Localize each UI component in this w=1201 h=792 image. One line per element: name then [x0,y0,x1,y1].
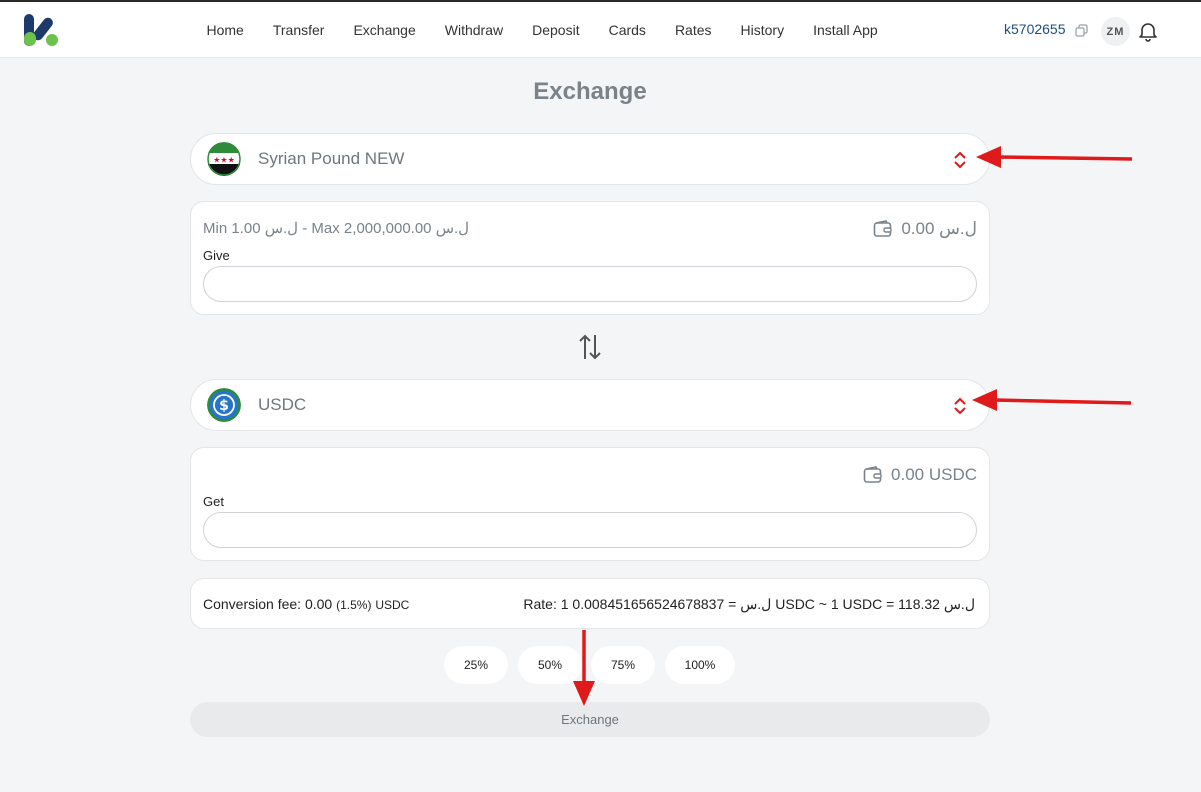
conversion-fee: Conversion fee: 0.00 (1.5%) USDC [203,596,409,612]
swap-arrows-icon[interactable] [577,333,603,361]
copy-icon[interactable] [1075,24,1088,37]
svg-text:★★★: ★★★ [213,156,235,165]
nav-exchange[interactable]: Exchange [339,22,430,38]
nav-home[interactable]: Home [192,22,258,38]
annotation-arrow-from [976,146,1133,168]
main-nav: Home Transfer Exchange Withdraw Deposit … [192,2,892,58]
nav-deposit[interactable]: Deposit [518,22,594,38]
avatar[interactable]: ZM [1101,17,1130,46]
give-panel: Min 1.00 ل.س - Max 2,000,000.00 ل.س ل.س … [190,201,990,315]
percent-25-button[interactable]: 25% [444,646,508,684]
nav-withdraw[interactable]: Withdraw [430,22,517,38]
svg-text:$: $ [219,398,229,414]
get-amount-input[interactable] [203,512,977,548]
percent-100-button[interactable]: 100% [665,646,735,684]
get-balance-value: 0.00 USDC [891,465,977,484]
top-navbar: Home Transfer Exchange Withdraw Deposit … [0,2,1201,58]
exchange-submit-button[interactable]: Exchange [190,702,990,737]
get-balance: 0.00 USDC [863,465,977,485]
to-currency-select[interactable]: $ USDC [190,379,990,431]
from-currency-name: Syrian Pound NEW [258,149,405,168]
get-panel: 0.00 USDC Get [190,447,990,561]
give-label: Give [203,248,230,263]
wallet-icon [863,466,882,483]
brand-logo[interactable] [22,12,60,48]
nav-transfer[interactable]: Transfer [258,22,339,38]
give-balance-value: ل.س 0.00 [901,219,977,238]
conversion-info: Conversion fee: 0.00 (1.5%) USDC Rate: 1… [190,578,990,629]
give-limits: Min 1.00 ل.س - Max 2,000,000.00 ل.س [203,220,470,237]
page-title: Exchange [533,78,647,105]
avatar-initials: ZM [1106,25,1125,38]
account-id: k5702655 [1004,21,1066,37]
nav-rates[interactable]: Rates [660,22,726,38]
give-balance: ل.س 0.00 [873,219,977,239]
chevron-updown-icon [954,151,966,169]
percent-50-button[interactable]: 50% [518,646,582,684]
fee-percent: (1.5%) [336,598,372,612]
exchange-rate: Rate: 1 ل.س = 0.008451656524678837 USDC … [523,596,975,612]
nav-history[interactable]: History [726,22,799,38]
fee-label: Conversion fee: [203,596,302,612]
usdc-icon: $ [207,388,241,422]
annotation-arrow-to [972,389,1132,411]
to-currency-name: USDC [258,395,307,414]
fee-currency: USDC [375,598,410,612]
nav-cards[interactable]: Cards [594,22,660,38]
chevron-updown-icon [954,397,966,415]
wallet-icon [874,220,893,237]
nav-install-app[interactable]: Install App [799,22,893,38]
syria-flag-icon: ★★★ [207,142,241,176]
from-currency-select[interactable]: ★★★ Syrian Pound NEW [190,133,990,185]
get-label: Get [203,494,224,509]
fee-value: 0.00 [304,596,333,612]
bell-icon[interactable] [1137,20,1159,42]
give-amount-input[interactable] [203,266,977,302]
percent-75-button[interactable]: 75% [591,646,655,684]
